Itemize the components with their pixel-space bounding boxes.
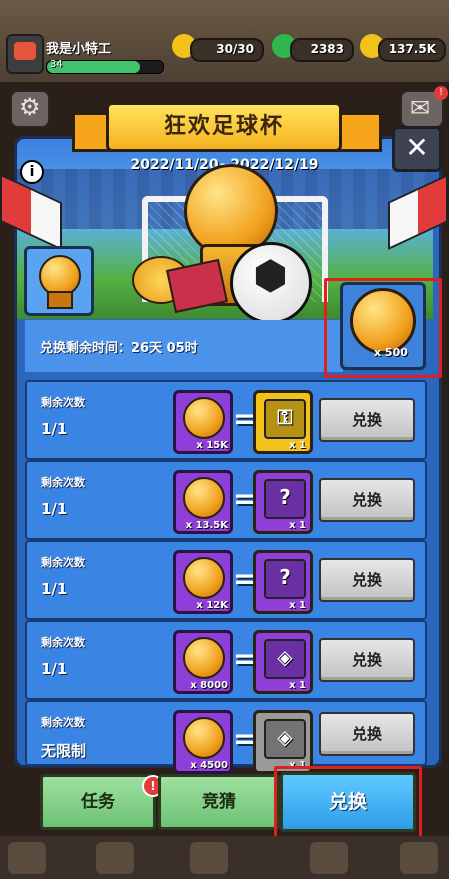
reward-card: ◈ x 1 — [253, 630, 313, 694]
trophy-coin-icon — [183, 557, 225, 599]
mail-button[interactable]: ! — [400, 86, 448, 128]
remaining-count: 1/1 — [41, 660, 68, 678]
trophy-coin-icon — [183, 477, 225, 519]
chest-glyph: ? — [279, 565, 291, 589]
cost-card: x 12K — [173, 550, 233, 614]
cost-card: x 15K — [173, 390, 233, 454]
remaining-count-label: 剩余次数 — [41, 556, 85, 569]
chest-glyph: ? — [279, 485, 291, 509]
exchange-button[interactable]: 兑换 — [319, 478, 415, 522]
exchange-button[interactable]: 兑换 — [319, 712, 415, 756]
remaining-count: 无限制 — [41, 742, 87, 760]
level-progress-bar — [46, 60, 164, 74]
title-banner: 狂欢足球杯 — [72, 96, 382, 154]
player-avatar[interactable] — [6, 34, 44, 74]
tab-guess[interactable]: 竞猜 — [158, 774, 280, 830]
trophy-coin-icon — [183, 637, 225, 679]
chest-icon: ◈ — [264, 639, 306, 679]
exchange-row: 剩余次数 1/1 x 13.5K = ? x 1 兑换 — [25, 460, 427, 540]
chest-glyph: ◈ — [277, 645, 293, 669]
map-icon[interactable] — [400, 842, 438, 874]
chest-icon: ? — [264, 559, 306, 599]
cost-quantity: x 8000 — [190, 680, 228, 691]
remaining-count-label: 剩余次数 — [41, 716, 85, 729]
exchange-row: 剩余次数 1/1 x 12K = ? x 1 兑换 — [25, 540, 427, 620]
gem-counter[interactable]: 2383 — [290, 38, 354, 62]
reward-quantity: x 1 — [289, 440, 306, 451]
star-icon[interactable] — [190, 842, 228, 874]
exchange-button[interactable]: 兑换 — [319, 638, 415, 682]
chest-icon: ◈ — [264, 719, 306, 759]
remaining-count: 1/1 — [41, 580, 68, 598]
owned-highlight-box — [324, 278, 442, 378]
remaining-count: 1/1 — [41, 420, 68, 438]
bottom-nav-bar — [0, 836, 449, 879]
energy-counter[interactable]: 30/30 — [190, 38, 264, 62]
reward-card: ? x 1 — [253, 470, 313, 534]
exchange-row: 剩余次数 无限制 x 4500 = ◈ x 1 兑换 — [25, 700, 427, 774]
settings-gear-icon[interactable] — [10, 90, 50, 128]
exchange-row: 剩余次数 1/1 x 8000 = ◈ x 1 兑换 — [25, 620, 427, 700]
reward-quantity: x 1 — [289, 680, 306, 691]
player-level: 34 — [50, 59, 63, 70]
cost-quantity: x 15K — [196, 440, 228, 451]
coin-value: 137.5K — [388, 42, 436, 56]
soccer-ball-icon — [230, 242, 312, 324]
chest-icon: ⚿ — [264, 399, 306, 439]
reward-quantity: x 1 — [289, 520, 306, 531]
info-icon[interactable]: i — [20, 160, 44, 184]
remaining-count-label: 剩余次数 — [41, 396, 85, 409]
energy-value: 30/30 — [216, 42, 254, 56]
trophy-stand-icon — [47, 291, 73, 309]
chest-icon: ? — [264, 479, 306, 519]
remaining-time: 兑换剩余时间：26天 05时 — [40, 341, 198, 356]
chest-glyph: ◈ — [277, 725, 293, 749]
cost-card: x 13.5K — [173, 470, 233, 534]
event-title: 狂欢足球杯 — [163, 114, 284, 139]
banner-plate: 狂欢足球杯 — [106, 102, 342, 152]
remaining-count-label: 剩余次数 — [41, 636, 85, 649]
exchange-row: 剩余次数 1/1 x 15K = ⚿ x 1 兑换 — [25, 380, 427, 460]
tab-exchange-highlight — [274, 766, 422, 840]
weapon-icon[interactable] — [96, 842, 134, 874]
cost-card: x 4500 — [173, 710, 233, 774]
cost-quantity: x 12K — [196, 600, 228, 611]
team-icon[interactable] — [310, 842, 348, 874]
player-name: 我是小特工 — [46, 42, 112, 57]
remaining-count-label: 剩余次数 — [41, 476, 85, 489]
coin-counter[interactable]: 137.5K — [378, 38, 446, 62]
chest-glyph: ⚿ — [277, 405, 293, 429]
remaining-count: 1/1 — [41, 500, 68, 518]
reward-card: ⚿ x 1 — [253, 390, 313, 454]
gem-value: 2383 — [310, 42, 344, 56]
exchange-button[interactable]: 兑换 — [319, 558, 415, 602]
reward-card: ◈ x 1 — [253, 710, 313, 774]
shop-icon[interactable] — [8, 842, 46, 874]
trophy-card-icon[interactable] — [24, 246, 94, 316]
reward-card: ? x 1 — [253, 550, 313, 614]
tab-tasks[interactable]: 任务 — [40, 774, 156, 830]
trophy-coin-icon — [183, 717, 225, 759]
mail-badge: ! — [434, 86, 448, 100]
cost-quantity: x 4500 — [190, 760, 228, 771]
exchange-button[interactable]: 兑换 — [319, 398, 415, 442]
cost-card: x 8000 — [173, 630, 233, 694]
cost-quantity: x 13.5K — [185, 520, 228, 531]
trophy-coin-icon — [183, 397, 225, 439]
reward-quantity: x 1 — [289, 600, 306, 611]
